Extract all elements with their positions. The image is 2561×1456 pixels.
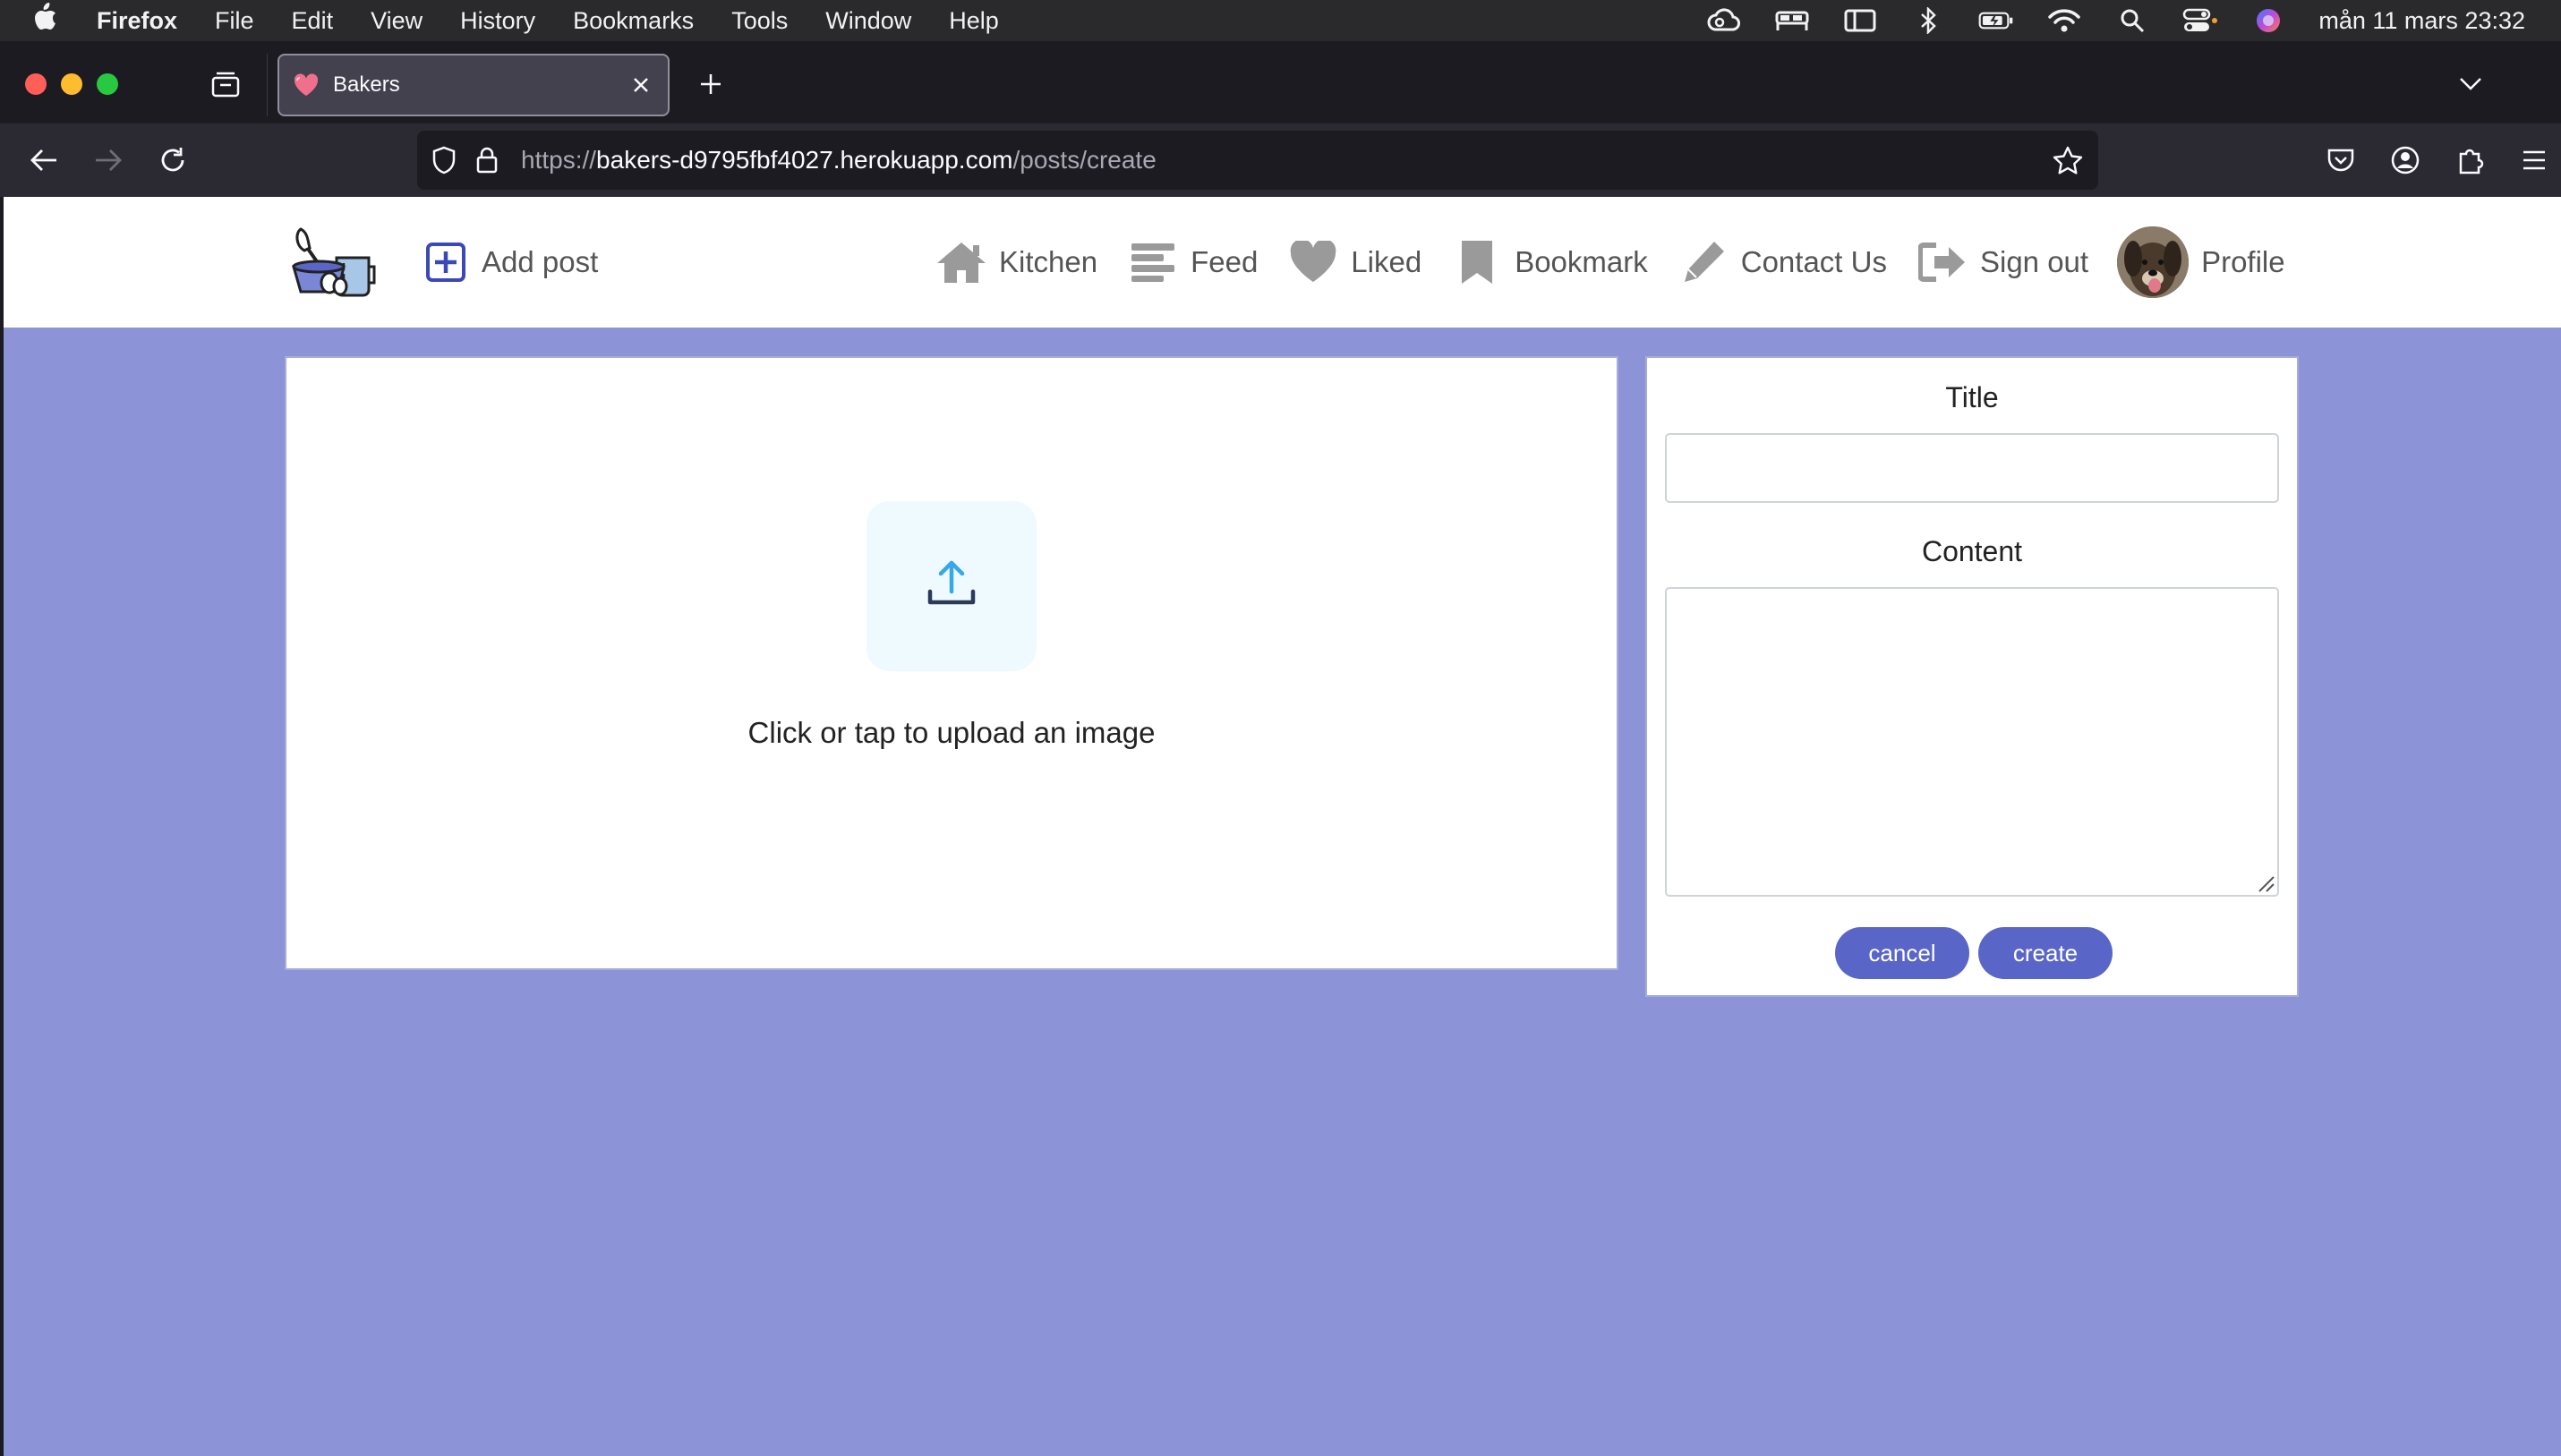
url-path: /posts/create: [1012, 146, 1157, 174]
plus-square-icon: [424, 241, 467, 284]
menubar-clock[interactable]: mån 11 mars 23:32: [2318, 7, 2525, 35]
shield-icon[interactable]: [426, 142, 462, 178]
window-minimize-button[interactable]: [61, 73, 82, 95]
spotlight-search-icon[interactable]: [2114, 7, 2150, 34]
nav-link-bookmark[interactable]: Bookmark: [1450, 239, 1648, 285]
upload-icon: [925, 558, 978, 616]
site-nav-links: Kitchen Feed Liked Bookmark Contact Us S…: [935, 224, 2285, 301]
sidebar-icon[interactable]: [1842, 7, 1878, 34]
menu-edit[interactable]: Edit: [292, 7, 334, 35]
title-input[interactable]: [1665, 433, 2279, 503]
pencil-icon: [1677, 239, 1730, 285]
bed-icon[interactable]: [1774, 7, 1810, 34]
menu-window[interactable]: Window: [825, 7, 911, 35]
nav-link-label: Bookmark: [1515, 245, 1648, 278]
menu-tools[interactable]: Tools: [731, 7, 788, 35]
hamburger-menu-icon[interactable]: [2512, 138, 2557, 183]
title-label: Title: [1945, 381, 1999, 413]
list-all-tabs-icon[interactable]: [2453, 66, 2488, 102]
window-close-button[interactable]: [25, 73, 47, 95]
site-navbar: Add post Kitchen Feed Liked Bookmark Con…: [4, 197, 2561, 328]
app-name-menu[interactable]: Firefox: [97, 7, 177, 35]
nav-link-label: Profile: [2201, 245, 2285, 278]
home-icon: [935, 239, 988, 285]
nav-link-label: Kitchen: [999, 245, 1098, 278]
extensions-icon[interactable]: [2447, 138, 2492, 183]
bluetooth-icon[interactable]: [1910, 7, 1946, 34]
nav-link-contact-us[interactable]: Contact Us: [1677, 239, 1887, 285]
battery-icon[interactable]: [1978, 7, 2014, 34]
resize-handle-icon[interactable]: [2252, 870, 2275, 893]
firefox-view-icon[interactable]: [208, 66, 243, 102]
menu-bookmarks[interactable]: Bookmarks: [573, 7, 694, 35]
upload-instruction: Click or tap to upload an image: [747, 716, 1156, 749]
address-bar[interactable]: https://bakers-d9795fbf4027.herokuapp.co…: [417, 131, 2098, 190]
menu-file[interactable]: File: [215, 7, 254, 35]
add-post-label: Add post: [482, 245, 599, 278]
nav-link-profile[interactable]: Profile: [2117, 226, 2285, 298]
menu-view[interactable]: View: [371, 7, 423, 35]
os-menu-bar: Firefox File Edit View History Bookmarks…: [0, 0, 2561, 41]
menu-history[interactable]: History: [460, 7, 535, 35]
menu-help[interactable]: Help: [949, 7, 999, 35]
lock-icon[interactable]: [469, 142, 505, 178]
apple-menu-icon[interactable]: [32, 3, 68, 38]
tab-separator: [267, 54, 268, 116]
forward-arrow-icon[interactable]: [86, 138, 131, 183]
nav-link-label: Contact Us: [1740, 245, 1887, 278]
page-viewport: Add post Kitchen Feed Liked Bookmark Con…: [4, 197, 2561, 1456]
add-post-link[interactable]: Add post: [424, 238, 598, 286]
content-label: Content: [1921, 535, 2023, 567]
create-button[interactable]: create: [1978, 927, 2113, 979]
bookmark-star-icon[interactable]: [2050, 142, 2086, 178]
browser-nav-bar: https://bakers-d9795fbf4027.herokuapp.co…: [0, 123, 2561, 197]
creative-cloud-icon[interactable]: [1706, 7, 1742, 34]
reload-icon[interactable]: [150, 138, 195, 183]
url-text[interactable]: https://bakers-d9795fbf4027.herokuapp.co…: [521, 146, 1157, 175]
upload-button[interactable]: [866, 501, 1037, 671]
nav-link-label: Liked: [1351, 245, 1422, 278]
tab-close-icon[interactable]: [627, 71, 655, 99]
browser-tab-bakers[interactable]: Bakers: [277, 54, 670, 116]
heart-icon: [1286, 239, 1340, 285]
sign-out-icon: [1916, 239, 1969, 285]
nav-link-label: Sign out: [1979, 245, 2089, 278]
url-host: bakers-d9795fbf4027.herokuapp.com: [596, 146, 1013, 174]
new-tab-icon[interactable]: [693, 66, 729, 102]
image-upload-panel[interactable]: Click or tap to upload an image: [285, 356, 1618, 970]
account-icon[interactable]: [2383, 138, 2428, 183]
window-zoom-button[interactable]: [97, 73, 118, 95]
content-textarea[interactable]: [1665, 587, 2279, 897]
control-center-icon[interactable]: [2182, 7, 2218, 34]
pocket-icon[interactable]: [2318, 138, 2363, 183]
bakers-logo-icon[interactable]: [290, 224, 380, 301]
avatar: [2117, 226, 2190, 298]
url-scheme: https://: [521, 146, 597, 174]
nav-link-feed[interactable]: Feed: [1126, 239, 1258, 285]
nav-link-sign-out[interactable]: Sign out: [1916, 239, 2088, 285]
back-arrow-icon[interactable]: [21, 138, 66, 183]
heart-icon: [292, 71, 320, 99]
cancel-button[interactable]: cancel: [1835, 927, 1969, 979]
wifi-icon[interactable]: [2046, 7, 2082, 34]
nav-link-liked[interactable]: Liked: [1286, 239, 1421, 285]
list-icon: [1126, 239, 1180, 285]
post-form-panel: Title Content cancel create: [1645, 356, 2299, 997]
siri-icon[interactable]: [2250, 7, 2286, 34]
nav-link-kitchen[interactable]: Kitchen: [935, 239, 1097, 285]
nav-link-label: Feed: [1191, 245, 1259, 278]
bookmark-icon: [1450, 239, 1504, 285]
tab-title: Bakers: [333, 72, 400, 97]
